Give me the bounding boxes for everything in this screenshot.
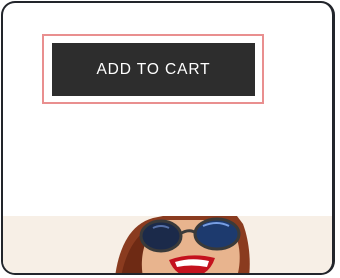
product-card: ADD TO CART [1,1,335,275]
promo-banner[interactable] [3,216,332,273]
woman-with-sunglasses-photo [115,216,250,273]
add-to-cart-button[interactable]: ADD TO CART [52,43,255,96]
